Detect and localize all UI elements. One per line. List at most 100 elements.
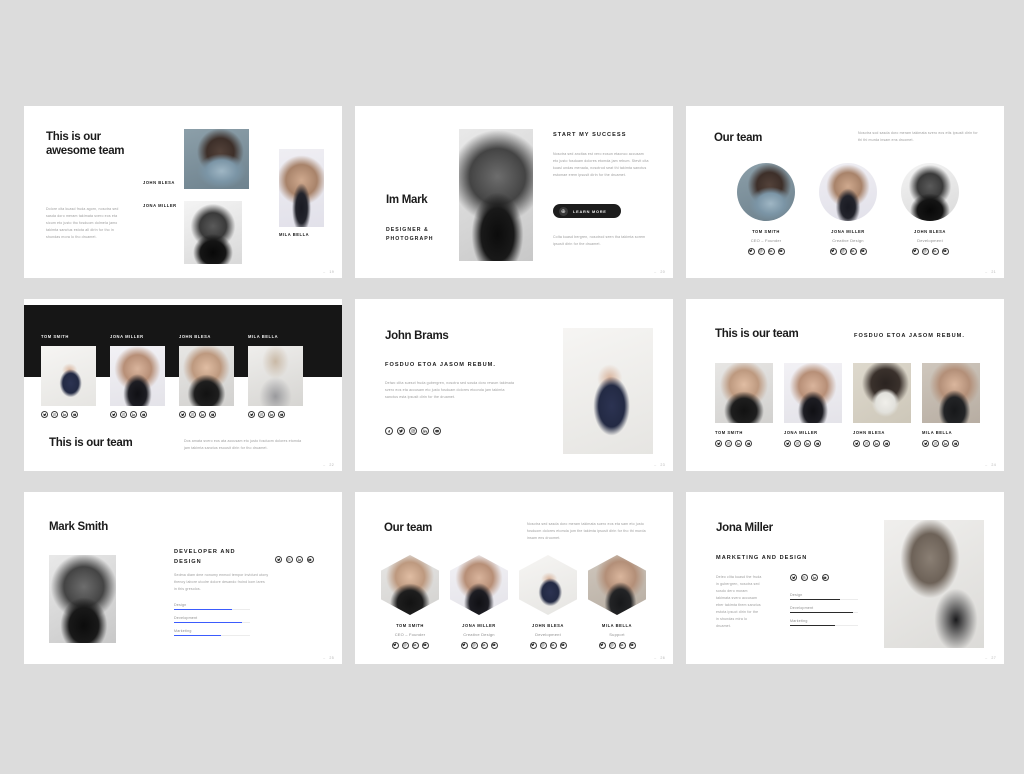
instagram-icon[interactable] — [932, 440, 939, 447]
linkedin-icon[interactable] — [804, 440, 811, 447]
twitter-icon[interactable] — [275, 556, 282, 563]
learn-more-button[interactable]: LEARN MORE — [553, 204, 621, 218]
social-links[interactable] — [922, 440, 980, 447]
team-member-card[interactable]: TOM SMITH — [715, 363, 773, 447]
team-member-card[interactable]: JOHN BLESA Development — [900, 163, 960, 255]
slide-thumbnail-20[interactable]: Im Mark DESIGNER & PHOTOGRAPH START MY S… — [355, 106, 673, 278]
social-links[interactable] — [736, 247, 796, 255]
slide-thumbnail-25[interactable]: Mark Smith DEVELOPER AND DESIGN Sedma di… — [24, 492, 342, 664]
instagram-icon[interactable] — [725, 440, 732, 447]
slide-thumbnail-26[interactable]: Our team Nosotra sed sasda doro meram ta… — [355, 492, 673, 664]
youtube-icon[interactable] — [628, 641, 636, 649]
team-member-card[interactable]: TOM SMITH CEO – Founder — [381, 555, 439, 649]
twitter-icon[interactable] — [529, 641, 537, 649]
youtube-icon[interactable] — [814, 440, 821, 447]
slide-thumbnail-23[interactable]: John Brams FOSDUO ETOA JASOM REBUM. Delw… — [355, 299, 673, 471]
social-links[interactable] — [179, 411, 234, 418]
linkedin-icon[interactable] — [130, 411, 137, 418]
youtube-icon[interactable] — [745, 440, 752, 447]
youtube-icon[interactable] — [559, 641, 567, 649]
youtube-icon[interactable] — [278, 411, 285, 418]
youtube-icon[interactable] — [883, 440, 890, 447]
twitter-icon[interactable] — [747, 247, 755, 255]
social-links[interactable] — [519, 641, 577, 649]
slide-thumbnail-27[interactable]: Jona Miller MARKETING AND DESIGN Deleo c… — [686, 492, 1004, 664]
youtube-icon[interactable] — [952, 440, 959, 447]
team-member-card[interactable]: MILA BELLA Support — [588, 555, 646, 649]
youtube-icon[interactable] — [421, 641, 429, 649]
linkedin-icon[interactable] — [811, 574, 818, 581]
social-links[interactable] — [110, 411, 165, 418]
slide-thumbnail-24[interactable]: This is our team FOSDUO ETOA JASOM REBUM… — [686, 299, 1004, 471]
linkedin-icon[interactable] — [849, 247, 857, 255]
team-member-card[interactable]: MILA BELLA — [248, 334, 303, 418]
team-member-card[interactable]: JONA MILLER — [784, 363, 842, 447]
linkedin-icon[interactable] — [767, 247, 775, 255]
team-member-card[interactable]: MILA BELLA — [922, 363, 980, 447]
youtube-icon[interactable] — [306, 556, 314, 563]
social-links[interactable] — [450, 641, 508, 649]
instagram-icon[interactable] — [470, 641, 478, 649]
linkedin-icon[interactable] — [296, 556, 303, 563]
social-links[interactable] — [784, 440, 842, 447]
team-member-card[interactable]: JOHN BLESA — [853, 363, 911, 447]
instagram-icon[interactable] — [794, 440, 801, 447]
youtube-icon[interactable] — [821, 574, 829, 581]
instagram-icon[interactable] — [258, 411, 265, 418]
twitter-icon[interactable] — [598, 641, 606, 649]
twitter-icon[interactable] — [715, 440, 722, 447]
youtube-icon[interactable] — [941, 247, 949, 255]
linkedin-icon[interactable] — [61, 411, 68, 418]
twitter-icon[interactable] — [790, 574, 797, 581]
social-links[interactable] — [248, 411, 303, 418]
twitter-icon[interactable] — [853, 440, 860, 447]
youtube-icon[interactable] — [859, 247, 867, 255]
slide-thumbnail-22[interactable]: TOM SMITH JONA MILLER JOHN BLESA MILA BE… — [24, 299, 342, 471]
twitter-icon[interactable] — [911, 247, 919, 255]
linkedin-icon[interactable] — [931, 247, 939, 255]
linkedin-icon[interactable] — [421, 427, 429, 435]
instagram-icon[interactable] — [608, 641, 616, 649]
instagram-icon[interactable] — [539, 641, 547, 649]
twitter-icon[interactable] — [248, 411, 255, 418]
youtube-icon[interactable] — [433, 427, 441, 435]
linkedin-icon[interactable] — [942, 440, 949, 447]
team-member-card[interactable]: TOM SMITH CEO – Founder — [736, 163, 796, 255]
team-member-card[interactable]: JONA MILLER Creative Design — [450, 555, 508, 649]
youtube-icon[interactable] — [209, 411, 216, 418]
twitter-icon[interactable] — [397, 427, 405, 435]
twitter-icon[interactable] — [460, 641, 468, 649]
instagram-icon[interactable] — [285, 556, 293, 563]
twitter-icon[interactable] — [41, 411, 48, 418]
twitter-icon[interactable] — [179, 411, 186, 418]
social-links[interactable] — [381, 641, 439, 649]
linkedin-icon[interactable] — [735, 440, 742, 447]
instagram-icon[interactable] — [409, 427, 417, 435]
social-links[interactable] — [588, 641, 646, 649]
instagram-icon[interactable] — [800, 574, 808, 581]
social-links[interactable] — [818, 247, 878, 255]
youtube-icon[interactable] — [140, 411, 147, 418]
linkedin-icon[interactable] — [873, 440, 880, 447]
instagram-icon[interactable] — [401, 641, 409, 649]
linkedin-icon[interactable] — [618, 641, 626, 649]
social-links[interactable] — [900, 247, 960, 255]
team-member-card[interactable]: JOHN BLESA — [179, 334, 234, 418]
instagram-icon[interactable] — [51, 411, 58, 418]
linkedin-icon[interactable] — [480, 641, 488, 649]
youtube-icon[interactable] — [490, 641, 498, 649]
slide-thumbnail-21[interactable]: Our team Nosotra sod sasda doro meram ta… — [686, 106, 1004, 278]
twitter-icon[interactable] — [784, 440, 791, 447]
instagram-icon[interactable] — [189, 411, 196, 418]
linkedin-icon[interactable] — [549, 641, 557, 649]
team-member-card[interactable]: JONA MILLER Creative Design — [818, 163, 878, 255]
linkedin-icon[interactable] — [411, 641, 419, 649]
youtube-icon[interactable] — [71, 411, 78, 418]
team-member-card[interactable]: JONA MILLER — [110, 334, 165, 418]
twitter-icon[interactable] — [110, 411, 117, 418]
instagram-icon[interactable] — [839, 247, 847, 255]
youtube-icon[interactable] — [777, 247, 785, 255]
linkedin-icon[interactable] — [199, 411, 206, 418]
team-member-card[interactable]: TOM SMITH — [41, 334, 96, 418]
instagram-icon[interactable] — [120, 411, 127, 418]
